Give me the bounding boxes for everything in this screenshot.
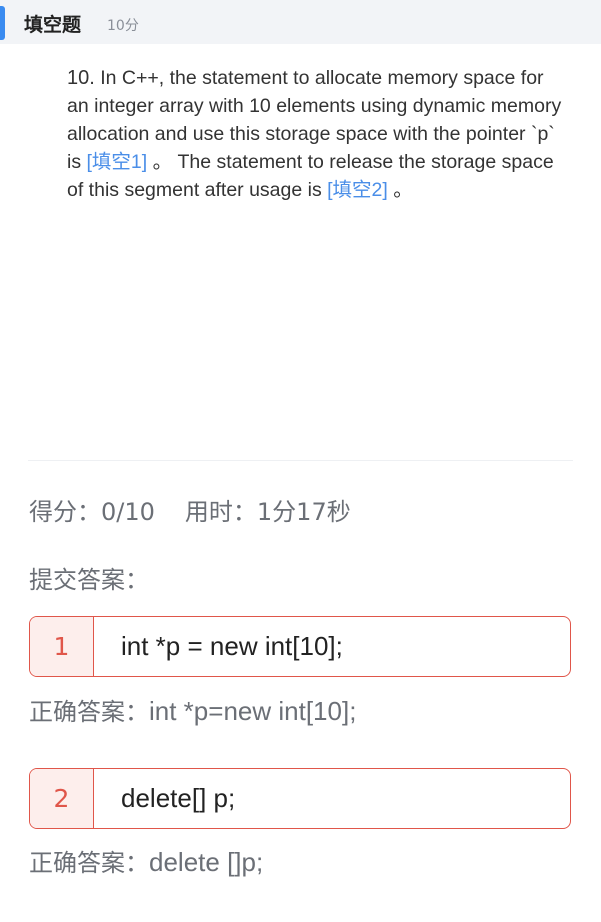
correct-answer-value-2: delete []p; bbox=[149, 847, 264, 877]
question-number: 10. bbox=[67, 67, 95, 89]
blank-2-marker: [填空2] bbox=[327, 179, 388, 201]
score-line: 得分：0/10 用时：1分17秒 bbox=[29, 492, 351, 527]
answer-index-2: 2 bbox=[30, 769, 94, 828]
blank-1-marker: [填空1] bbox=[86, 151, 148, 173]
submitted-answer-2: 2 delete[] p; bbox=[29, 768, 571, 829]
submitted-answer-text-1: int *p = new int[10]; bbox=[121, 631, 343, 661]
question-text: 10. In C++, the statement to allocate me… bbox=[67, 64, 567, 204]
question-points: 10分 bbox=[107, 18, 139, 34]
header-accent-bar bbox=[0, 6, 5, 40]
correct-answer-2: 正确答案：delete []p; bbox=[29, 843, 263, 878]
correct-answer-value-1: int *p=new int[10]; bbox=[149, 696, 357, 726]
correct-answer-1: 正确答案：int *p=new int[10]; bbox=[29, 692, 356, 727]
question-type-label: 填空题 bbox=[24, 14, 82, 36]
correct-answer-label-1: 正确答案： bbox=[29, 698, 149, 726]
time-label: 用时： bbox=[184, 498, 257, 526]
score-label: 得分： bbox=[29, 498, 101, 526]
submitted-answer-1: 1 int *p = new int[10]; bbox=[29, 616, 571, 677]
correct-answer-label-2: 正确答案： bbox=[29, 849, 149, 877]
question-header: 填空题 10分 bbox=[0, 0, 601, 44]
score-value: 0/10 bbox=[101, 498, 155, 526]
question-text-part3: 。 bbox=[387, 179, 413, 201]
divider bbox=[28, 460, 573, 461]
submitted-answer-text-2: delete[] p; bbox=[121, 783, 236, 813]
submitted-answer-label: 提交答案： bbox=[29, 566, 149, 594]
answer-index-1: 1 bbox=[30, 617, 94, 676]
time-value: 1分17秒 bbox=[256, 498, 351, 526]
